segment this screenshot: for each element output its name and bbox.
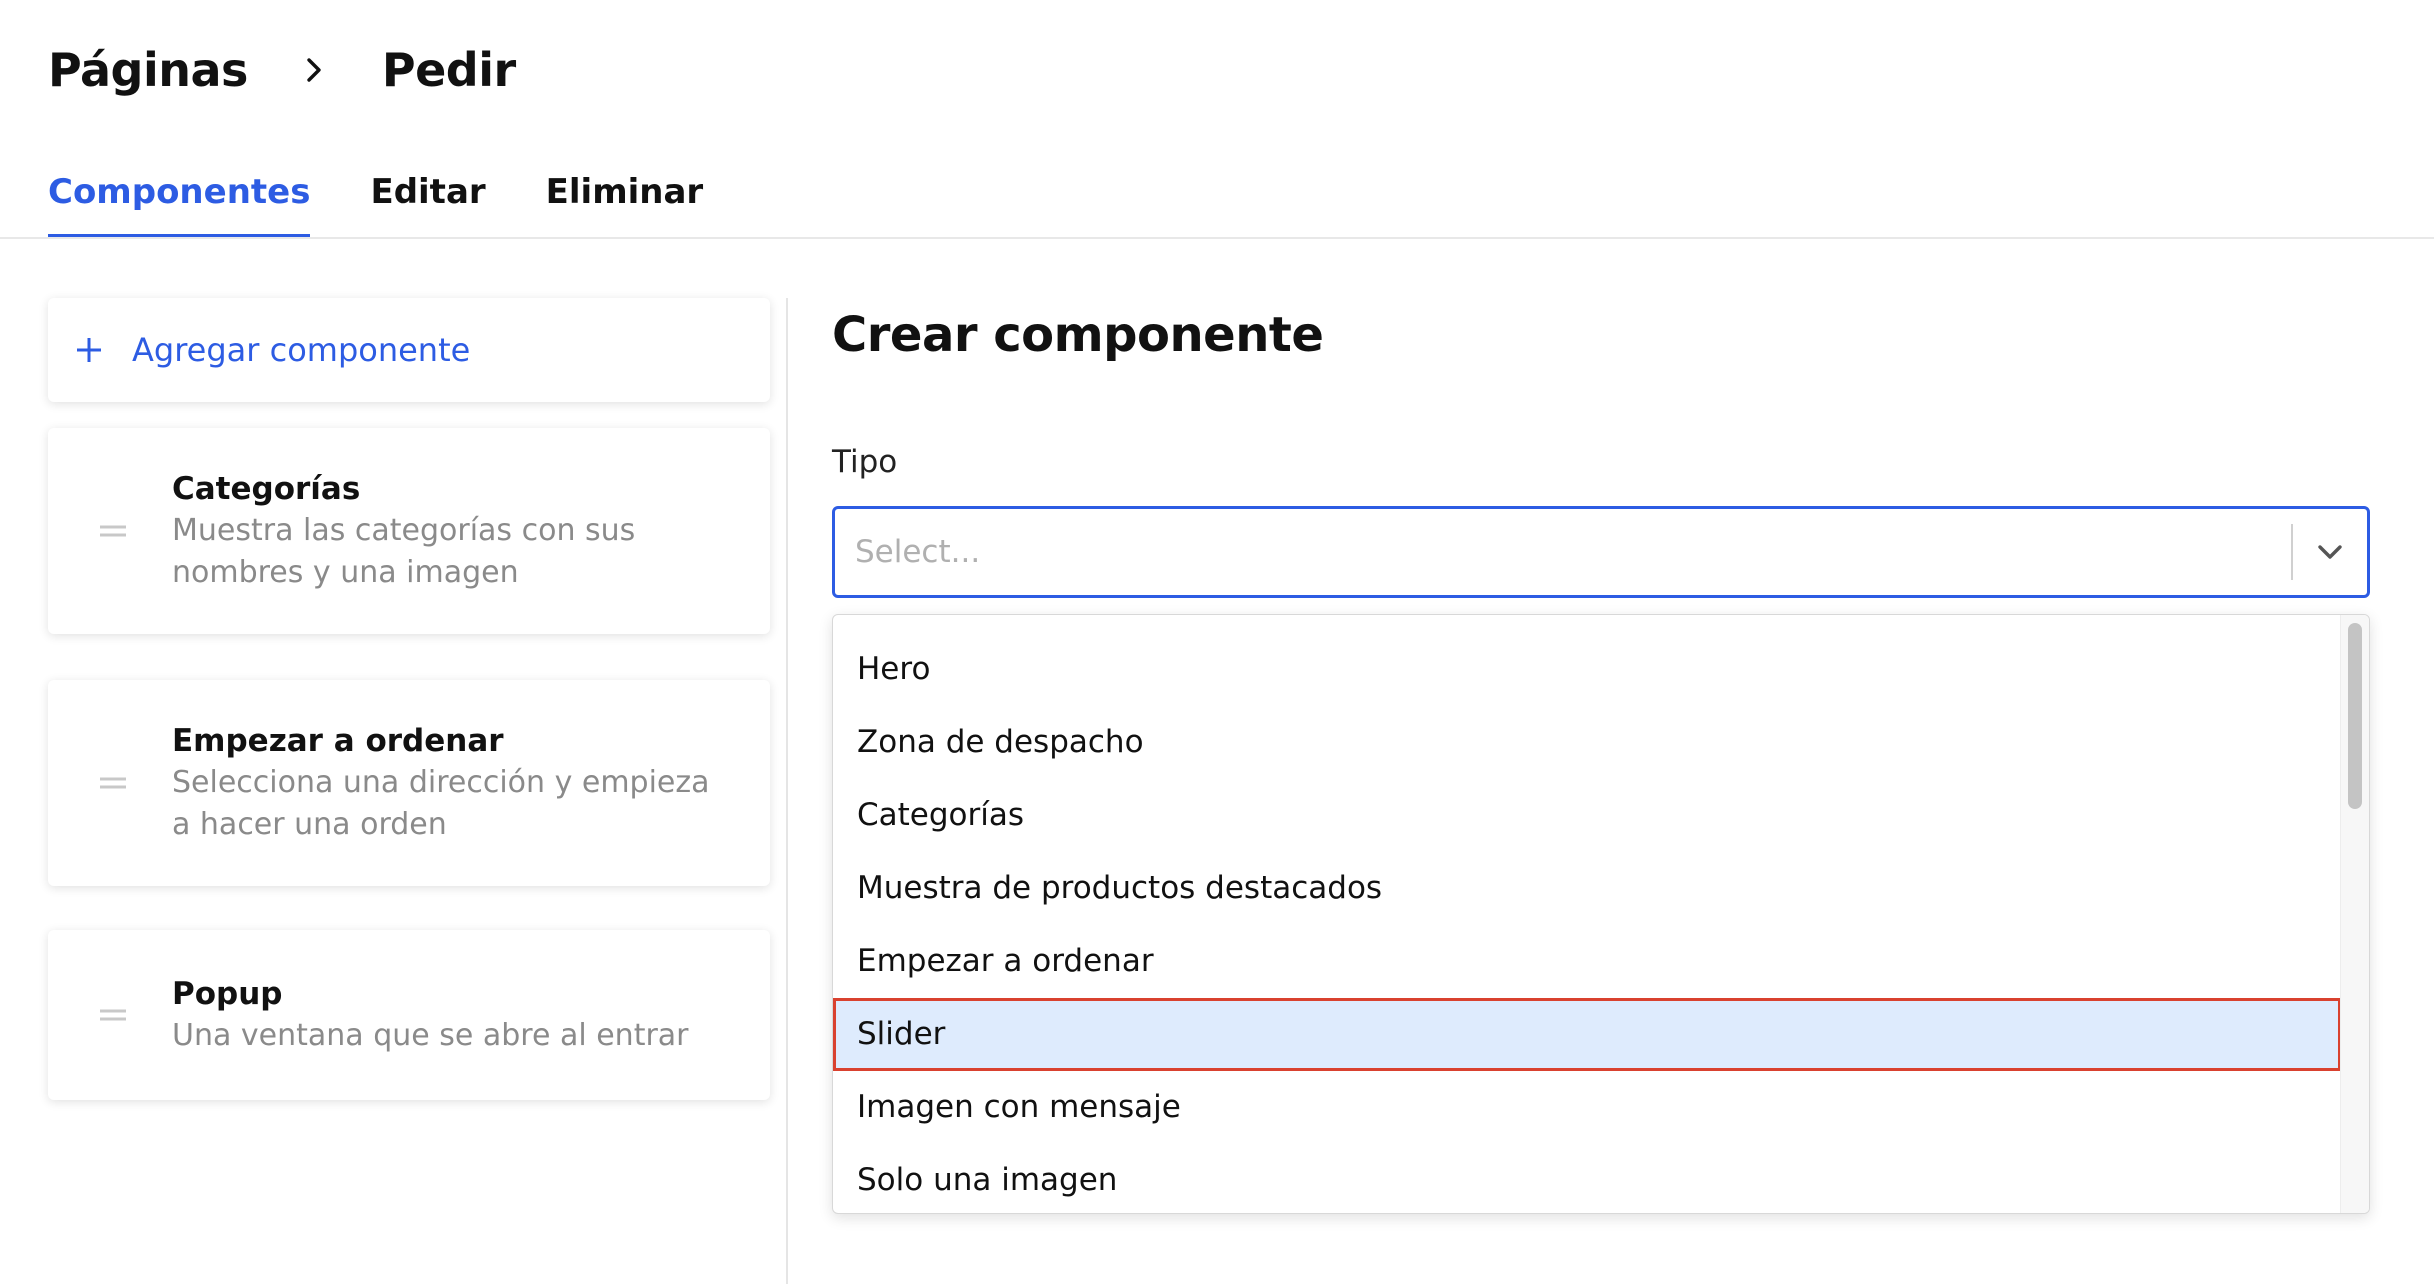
component-description: Una ventana que se abre al entrar	[172, 1018, 689, 1053]
dropdown-option-empezar-a-ordenar[interactable]: Empezar a ordenar	[833, 925, 2341, 998]
tab-componentes[interactable]: Componentes	[48, 160, 311, 238]
component-description: Muestra las categorías con sus nombres y…	[172, 513, 636, 590]
component-description: Selecciona una dirección y empieza a hac…	[172, 765, 710, 842]
component-title: Popup	[172, 976, 283, 1012]
dropdown-option-slider[interactable]: Slider	[833, 998, 2341, 1071]
tabs-divider	[0, 237, 2434, 239]
component-title: Categorías	[172, 471, 361, 507]
dropdown-option-hero[interactable]: Hero	[833, 633, 2341, 706]
component-card-popup[interactable]: Popup Una ventana que se abre al entrar	[48, 930, 770, 1100]
dropdown-option-zona-de-despacho[interactable]: Zona de despacho	[833, 706, 2341, 779]
tab-eliminar[interactable]: Eliminar	[546, 160, 704, 224]
breadcrumb-current: Pedir	[381, 43, 516, 97]
tab-bar: Componentes Editar Eliminar	[48, 160, 763, 238]
drag-handle-icon[interactable]	[98, 523, 128, 539]
tab-editar[interactable]: Editar	[370, 160, 485, 224]
type-dropdown-menu: Hero Zona de despacho Categorías Muestra…	[832, 614, 2370, 1214]
component-card-empezar-a-ordenar[interactable]: Empezar a ordenar Selecciona una direcci…	[48, 680, 770, 886]
type-select[interactable]	[832, 506, 2370, 598]
type-select-input[interactable]	[835, 511, 2291, 593]
add-component-button[interactable]: Agregar componente	[48, 298, 770, 402]
panel-title: Crear componente	[832, 307, 1324, 363]
chevron-down-icon[interactable]	[2293, 512, 2367, 592]
breadcrumb: Páginas Pedir	[48, 30, 516, 110]
dropdown-option-productos-destacados[interactable]: Muestra de productos destacados	[833, 852, 2341, 925]
drag-handle-icon[interactable]	[98, 775, 128, 791]
drag-handle-icon[interactable]	[98, 1007, 128, 1023]
component-title: Empezar a ordenar	[172, 723, 504, 759]
type-field-label: Tipo	[832, 444, 898, 480]
dropdown-option-solo-una-imagen[interactable]: Solo una imagen	[833, 1144, 2341, 1213]
option-list: Hero Zona de despacho Categorías Muestra…	[833, 633, 2341, 1213]
dropdown-option-imagen-con-mensaje[interactable]: Imagen con mensaje	[833, 1071, 2341, 1144]
add-component-label: Agregar componente	[132, 331, 471, 369]
chevron-right-icon	[286, 42, 342, 98]
dropdown-option-categorias[interactable]: Categorías	[833, 779, 2341, 852]
plus-icon	[74, 335, 104, 365]
column-divider	[786, 298, 788, 1284]
dropdown-scrollbar[interactable]	[2340, 615, 2369, 1213]
component-card-categorias[interactable]: Categorías Muestra las categorías con su…	[48, 428, 770, 634]
breadcrumb-parent[interactable]: Páginas	[48, 43, 248, 97]
scrollbar-thumb[interactable]	[2348, 623, 2362, 809]
